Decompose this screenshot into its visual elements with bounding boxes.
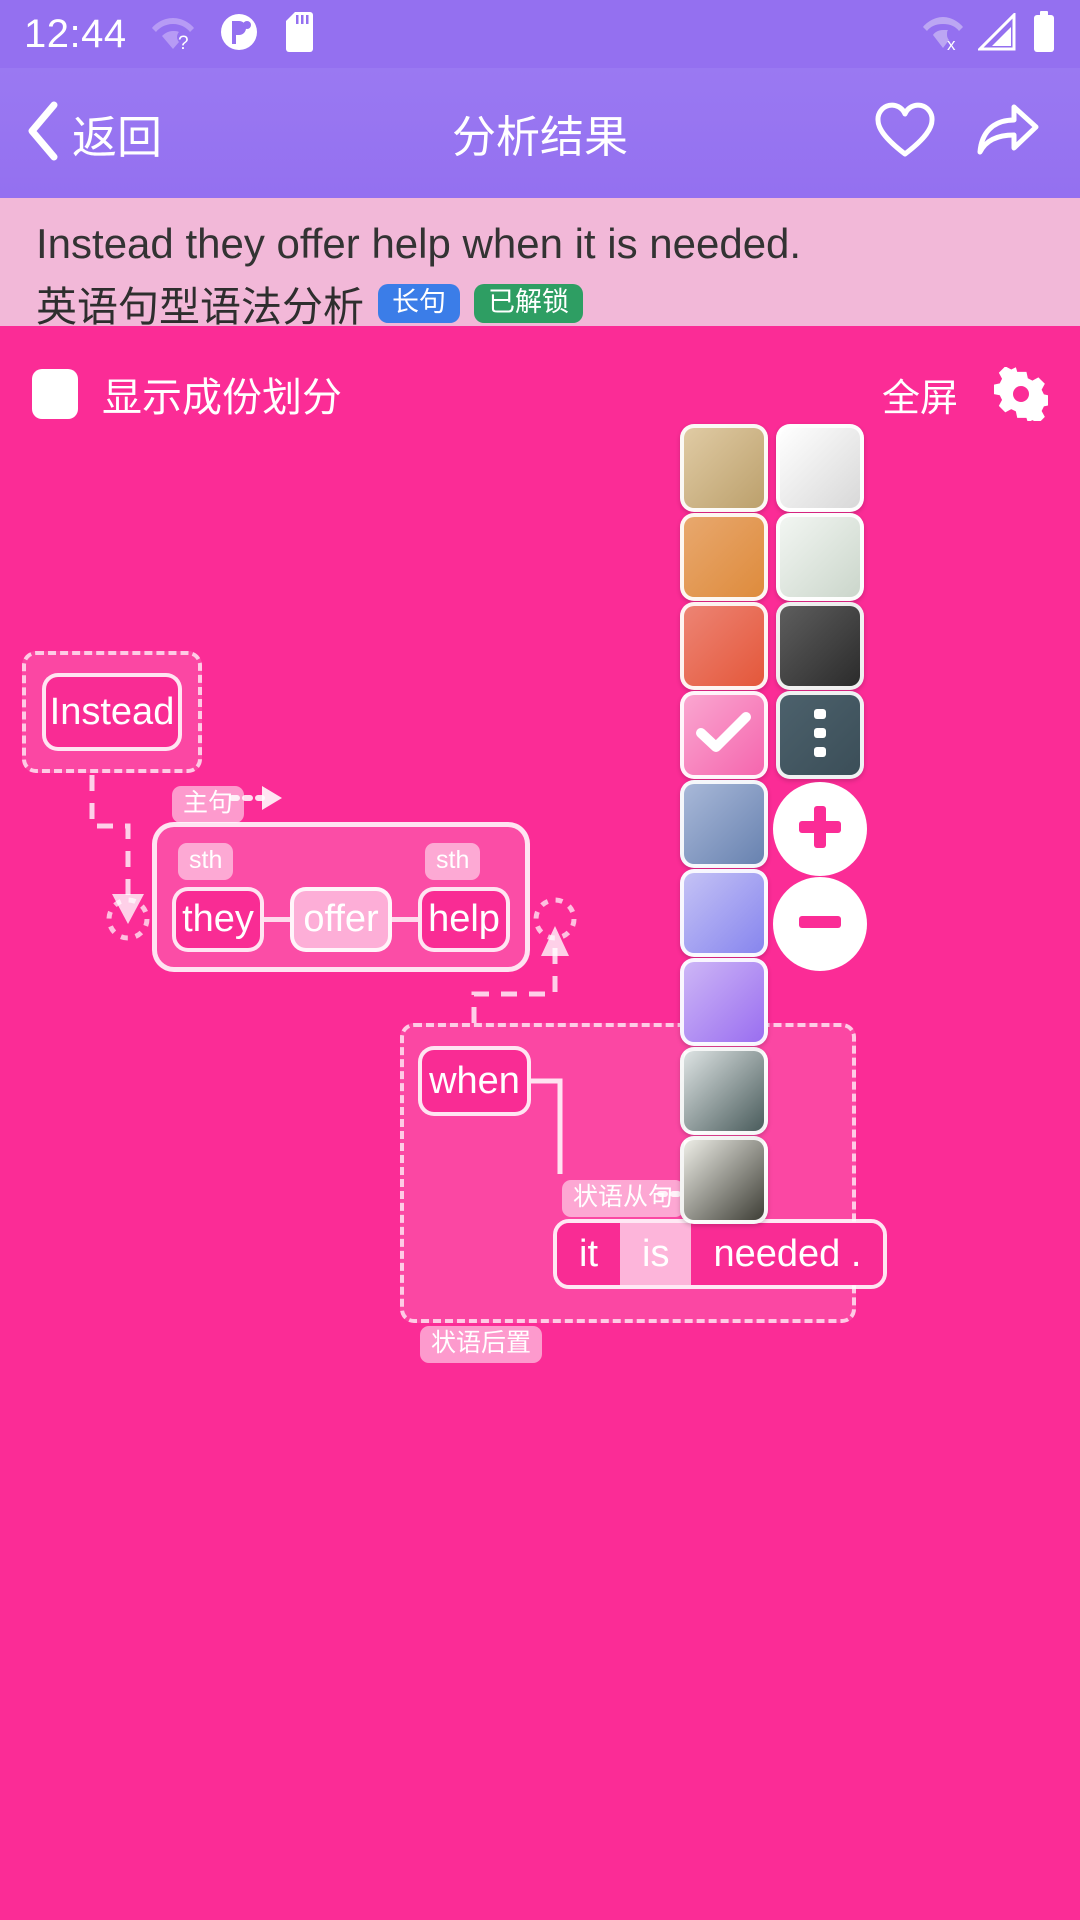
tag-adverbial-clause: 状语从句 [562,1180,685,1217]
swatch-charcoal[interactable] [776,602,864,690]
swatch-violet[interactable] [680,958,768,1046]
zoom-in-button[interactable] [773,782,867,876]
show-components-checkbox[interactable] [32,369,78,419]
sd-card-icon [283,11,313,58]
swatch-periwinkle[interactable] [680,869,768,957]
app-bar-actions [874,102,1080,165]
tag-adverbial-postposed: 状语后置 [420,1326,543,1363]
segment-is[interactable]: is [620,1223,692,1285]
zoom-out-button[interactable] [773,877,867,971]
gear-icon[interactable] [994,367,1048,421]
tag-sth-object: sth [425,843,481,880]
sentence-header: Instead they offer help when it is neede… [0,198,1080,330]
swatch-slate[interactable] [680,1047,768,1135]
app-screen: 12:44 ? x 返回 分析结果 Instead they offer hel… [0,0,1080,1920]
connector-offer-help [392,917,418,922]
heart-icon[interactable] [874,102,936,165]
badge-sentence-type: 长句 [378,283,460,323]
fullscreen-button[interactable]: 全屏 [882,367,958,422]
svg-text:x: x [947,35,956,52]
more-vertical-icon [812,707,828,764]
analysis-canvas: 显示成份划分 全屏 Instead 主句 sth sth they offer … [0,326,1080,1920]
word-instead[interactable]: Instead [42,673,182,751]
plus-icon [794,801,846,858]
clause-segment-row: it is needed . [553,1219,888,1289]
word-they[interactable]: they [172,887,264,952]
word-when[interactable]: when [418,1046,531,1116]
tag-main-clause: 主句 [172,786,245,823]
word-offer[interactable]: offer [290,887,392,952]
status-bar: 12:44 ? x [0,0,1080,68]
segment-needed[interactable]: needed . [691,1223,884,1285]
status-clock: 12:44 [24,11,127,56]
status-bar-left: 12:44 ? [0,11,313,58]
battery-icon [1032,10,1056,58]
back-button[interactable]: 返回 [0,101,162,166]
word-help[interactable]: help [418,887,510,952]
swatch-white[interactable] [776,424,864,512]
swatch-steel-blue[interactable] [680,780,768,868]
back-label: 返回 [72,111,163,163]
chevron-left-icon [24,101,62,166]
check-icon [696,711,752,760]
canvas-toolbar: 显示成份划分 全屏 [0,354,1080,434]
show-components-label: 显示成份划分 [102,376,342,420]
segment-it[interactable]: it [557,1223,620,1285]
swatch-olive-gray[interactable] [680,1136,768,1224]
swatch-more-options[interactable] [776,691,864,779]
wifi-question-icon: ? [151,12,195,57]
swatch-orange[interactable] [680,513,768,601]
subtitle-text: 英语句型语法分析 [36,284,364,331]
app-badge-icon [219,12,259,57]
swatch-tan[interactable] [680,424,768,512]
badge-unlocked: 已解锁 [474,283,583,323]
signal-icon [976,10,1018,56]
sentence-text: Instead they offer help when it is neede… [36,220,802,267]
swatch-pink-selected[interactable] [680,691,768,779]
svg-text:?: ? [178,33,189,52]
minus-icon [794,896,846,953]
wifi-off-icon: x [922,12,964,57]
swatch-salmon[interactable] [680,602,768,690]
share-icon[interactable] [976,102,1040,165]
app-bar: 返回 分析结果 [0,68,1080,198]
status-bar-right: x [922,10,1080,58]
subtitle-row: 英语句型语法分析 长句 已解锁 [36,273,1044,333]
connector-they-offer [264,917,290,922]
tag-sth-subject: sth [178,843,234,880]
swatch-pale-green[interactable] [776,513,864,601]
